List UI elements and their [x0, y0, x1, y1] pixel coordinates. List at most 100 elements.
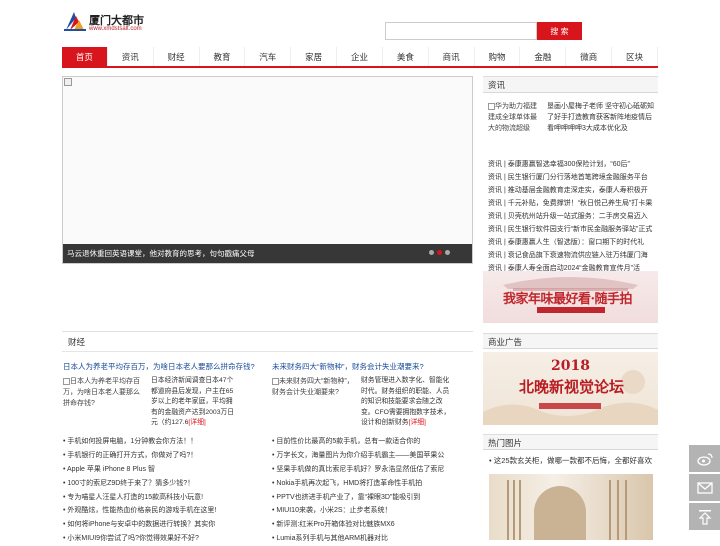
ad-box: 商业广告	[483, 333, 658, 349]
site-header: 厦门大都市 www.xmdstsalt.com 搜 索	[0, 0, 720, 46]
floating-share-bar	[689, 445, 720, 532]
finance-list-item[interactable]: • 目前性价比最高的5款手机，总有一款适合你的	[272, 435, 472, 449]
decor-stick	[507, 480, 509, 540]
news-box: 资讯 华为助力福建建成全球单体最大的物流超级 垦画小屋梅子老师 坚守初心砥砺知了…	[483, 76, 658, 272]
back-to-top-button[interactable]	[689, 503, 720, 530]
nav-item-food[interactable]: 美食	[383, 47, 429, 66]
search-button[interactable]: 搜 索	[537, 22, 582, 40]
finance-left-list: • 手机如何投屏电脑，1分钟教会你方法！！ • 手机银行的正确打开方式，你做对了…	[63, 435, 263, 546]
news-list-item[interactable]: 资讯 | 贝壳杭州站升级一站式服务：二手房交易迈入	[483, 210, 658, 223]
decor-stick	[609, 480, 611, 540]
finance-list-item[interactable]: • Lumia系列手机与其他ARM机器对比	[272, 532, 472, 546]
news-list-item[interactable]: 资讯 | 衰记食品旗下衰速物流供应链入驻万纬厦门海	[483, 249, 658, 262]
ad-year: 2018	[551, 358, 590, 374]
mail-icon	[696, 481, 713, 494]
finance-list-item[interactable]: • 100寸的索尼Z9D终于来了？猜多少钱?！	[63, 477, 263, 491]
finance-list-item[interactable]: • Nokia手机再次起飞，HMD将打造革命性手机拍	[272, 477, 472, 491]
nav-item-shopping[interactable]: 购物	[475, 47, 521, 66]
finance-left-image[interactable]: 日本人为养老平均存百万，为啥日本老人要那么拼命存钱?	[63, 376, 145, 418]
broken-image-icon	[272, 377, 279, 385]
nav-item-micro-business[interactable]: 微商	[566, 47, 613, 66]
finance-list-item[interactable]: • 手机如何投屏电脑，1分钟教会你方法！！	[63, 435, 263, 449]
nav-item-education[interactable]: 教育	[200, 47, 246, 66]
site-url: www.xmdstsalt.com	[89, 26, 142, 32]
news-list-item[interactable]: 资讯 | 民生银行软件园支行“新市民金融服务驿站”正式	[483, 223, 658, 236]
banner-stripe	[537, 307, 605, 313]
main-nav: 首页 资讯 财经 教育 汽车 家居 企业 美食 商讯 购物 金融 微商 区块	[62, 47, 658, 68]
nav-item-blockchain[interactable]: 区块	[612, 47, 658, 66]
news-box-title: 资讯	[483, 77, 658, 93]
news-list-item[interactable]: 资讯 | 千元补贴，免费撑饼！“秋日悦己养生局”打卡果	[483, 197, 658, 210]
news-list: 资讯 | 泰康惠赢智选幸福300保险计划，“60后” 资讯 | 民生银行厦门分行…	[483, 158, 658, 275]
search-bar: 搜 索	[385, 22, 582, 40]
news-list-item[interactable]: 资讯 | 民生银行厦门分行落地首笔跨境金融服务平台	[483, 171, 658, 184]
finance-list-item[interactable]: • 坚果手机做的真比索尼手机好？罗永浩显然低估了索尼	[272, 463, 472, 477]
nav-item-news[interactable]: 资讯	[108, 47, 154, 66]
nav-item-business-news[interactable]: 商讯	[429, 47, 475, 66]
news-feature-image[interactable]: 华为助力福建建成全球单体最大的物流超级	[488, 101, 541, 137]
finance-left-more-link[interactable]: [详细]	[188, 419, 205, 426]
finance-left-headline[interactable]: 日本人为养老平均存百万，为啥日本老人要那么拼命存钱?	[63, 361, 255, 372]
image-slider[interactable]: 马云退休重回英语课堂，他对教育的思考，句句戳痛父母	[62, 76, 473, 264]
finance-list-item[interactable]: • 如何将iPhone与安卓中的数据进行转换？其实你	[63, 518, 263, 532]
finance-list-item[interactable]: • 手机银行的正确打开方式，你做对了吗?！	[63, 449, 263, 463]
broken-image-icon	[63, 377, 70, 385]
slider-dot-active[interactable]	[437, 250, 442, 255]
finance-right-headline[interactable]: 未来财务四大“新物种”，财务会计失业潮要来?	[272, 361, 424, 372]
weibo-icon	[696, 452, 713, 466]
ad-box-title: 商业广告	[483, 333, 658, 349]
finance-left-image-alt: 日本人为养老平均存百万，为啥日本老人要那么拼命存钱?	[63, 378, 140, 407]
logo-mark-icon	[64, 12, 86, 31]
decor-stick	[625, 480, 627, 540]
decor-stick	[617, 480, 619, 540]
finance-right-more-link[interactable]: [详细]	[409, 419, 426, 426]
slider-caption-text: 马云退休重回英语课堂，他对教育的思考，句句戳痛父母	[67, 249, 255, 258]
finance-list-item[interactable]: • PPTV也挤进手机产业了，靠“裸眼3D”能吸引到	[272, 491, 472, 505]
nav-item-finance[interactable]: 财经	[154, 47, 200, 66]
forum-ad-banner[interactable]: 2018 北晚新视觉论坛	[483, 352, 658, 425]
hot-picture-item[interactable]: • 这25款玄关柜，做哪一款都不后悔，全都好喜欢	[483, 450, 658, 472]
news-feature-image-alt: 华为助力福建建成全球单体最大的物流超级	[488, 103, 537, 132]
slider-dots	[429, 250, 450, 255]
finance-right-image[interactable]: 未来财务四大“新物种”，财务会计失业潮要来?	[272, 376, 354, 418]
hot-picture-image[interactable]	[489, 474, 653, 540]
news-list-item[interactable]: 资讯 | 推动基层金融教育走深走实，泰康人寿积极开	[483, 184, 658, 197]
finance-right-summary-text: 财务管理进入数字化、智能化时代。财务组织的职能、人员的知识和技能要求会随之改变。…	[361, 377, 451, 426]
nav-item-banking[interactable]: 金融	[520, 47, 567, 66]
nav-item-home-decor[interactable]: 家居	[291, 47, 338, 66]
site-logo[interactable]: 厦门大都市 www.xmdstsalt.com	[64, 10, 174, 36]
finance-list-item[interactable]: • 外观酷炫，性能热血价格亲民的游戏手机在这里!	[63, 504, 263, 518]
email-share-button[interactable]	[689, 474, 720, 501]
hot-box-title: 热门图片	[483, 434, 658, 450]
finance-list-item[interactable]: • 新评测:红米Pro开箱体验对比魅族MX6	[272, 518, 472, 532]
finance-left-summary: 日本经济新闻调查日本47个都道府县后发现，户主在65岁以上的老年家庭，平均拥有的…	[151, 376, 239, 429]
finance-right-image-alt: 未来财务四大“新物种”，财务会计失业潮要来?	[272, 378, 354, 396]
arched-doorway	[534, 486, 586, 540]
slider-dot[interactable]	[429, 250, 434, 255]
broken-image-icon	[64, 78, 72, 86]
search-input[interactable]	[385, 22, 537, 40]
nav-item-enterprise[interactable]: 企业	[337, 47, 383, 66]
news-feature-text[interactable]: 垦画小屋梅子老师 坚守初心砥砺知了好手打造教育获客新阵地疫情后看呷呷呷呷3大成本…	[547, 101, 658, 134]
banner-text: 我家年味最好看·随手拍	[503, 292, 633, 307]
hot-pictures-box: 热门图片 • 这25款玄关柜，做哪一款都不后悔，全都好喜欢	[483, 434, 658, 472]
finance-list-item[interactable]: • 专为喵星人汪星人打造的15款高科技小玩意!	[63, 491, 263, 505]
finance-list-item[interactable]: • Apple 苹果 iPhone 8 Plus 智	[63, 463, 263, 477]
finance-list-item[interactable]: • 小米MIUI9你尝试了吗?你觉得效果好不好?	[63, 532, 263, 546]
nav-item-auto[interactable]: 汽车	[245, 47, 292, 66]
news-list-item[interactable]: 资讯 | 泰康惠赢智选幸福300保险计划，“60后”	[483, 158, 658, 171]
slider-dot[interactable]	[445, 250, 450, 255]
slider-caption[interactable]: 马云退休重回英语课堂，他对教育的思考，句句戳痛父母	[63, 244, 472, 263]
nav-item-home[interactable]: 首页	[62, 47, 108, 66]
finance-right-summary: 财务管理进入数字化、智能化时代。财务组织的职能、人员的知识和技能要求会随之改变。…	[361, 376, 453, 429]
photo-contest-banner[interactable]: 我家年味最好看·随手拍	[483, 271, 658, 323]
broken-image-icon	[488, 102, 495, 110]
finance-list-item[interactable]: • 万字长文，海量图片为你介绍手机霸主——美国苹果公	[272, 449, 472, 463]
back-to-top-icon	[698, 509, 711, 525]
finance-list-item[interactable]: • MIUI10来袭，小米2S：止步老系统！	[272, 504, 472, 518]
finance-right-list: • 目前性价比最高的5款手机，总有一款适合你的 • 万字长文，海量图片为你介绍手…	[272, 435, 472, 546]
news-feature[interactable]: 华为助力福建建成全球单体最大的物流超级 垦画小屋梅子老师 坚守初心砥砺知了好手打…	[483, 101, 658, 149]
news-list-item[interactable]: 资讯 | 泰康惠赢人生（智选版）：窗口期下的时代礼	[483, 236, 658, 249]
weibo-share-button[interactable]	[689, 445, 720, 472]
ad-stripe	[539, 403, 601, 409]
